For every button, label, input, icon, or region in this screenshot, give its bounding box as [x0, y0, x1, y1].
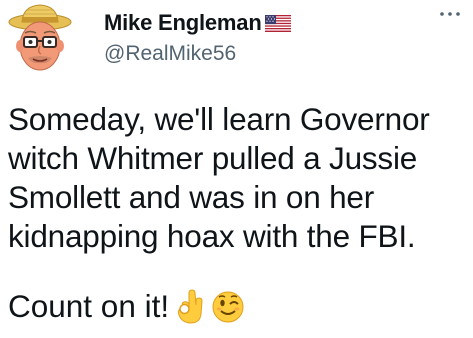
user-handle[interactable]: @RealMike56: [104, 42, 291, 66]
winking-face-icon: [211, 287, 245, 325]
ok-hand-icon: [173, 287, 207, 325]
display-name[interactable]: Mike Engleman: [104, 10, 262, 36]
us-flag-icon: [264, 14, 291, 32]
cartoon-avatar-icon: [8, 4, 72, 71]
tweet-header: Mike Engleman @RealMike56: [104, 8, 291, 66]
tweet-card[interactable]: Mike Engleman @RealMike56 Someday, we'll…: [0, 0, 473, 338]
more-options-icon[interactable]: [435, 6, 465, 22]
name-row: Mike Engleman: [104, 8, 291, 38]
avatar[interactable]: [8, 2, 72, 74]
tweet-text: Someday, we'll learn Governor witch Whit…: [8, 101, 430, 254]
tweet-closing-text: Count on it!: [8, 288, 170, 324]
tweet-closing-row: Count on it!: [8, 286, 245, 326]
